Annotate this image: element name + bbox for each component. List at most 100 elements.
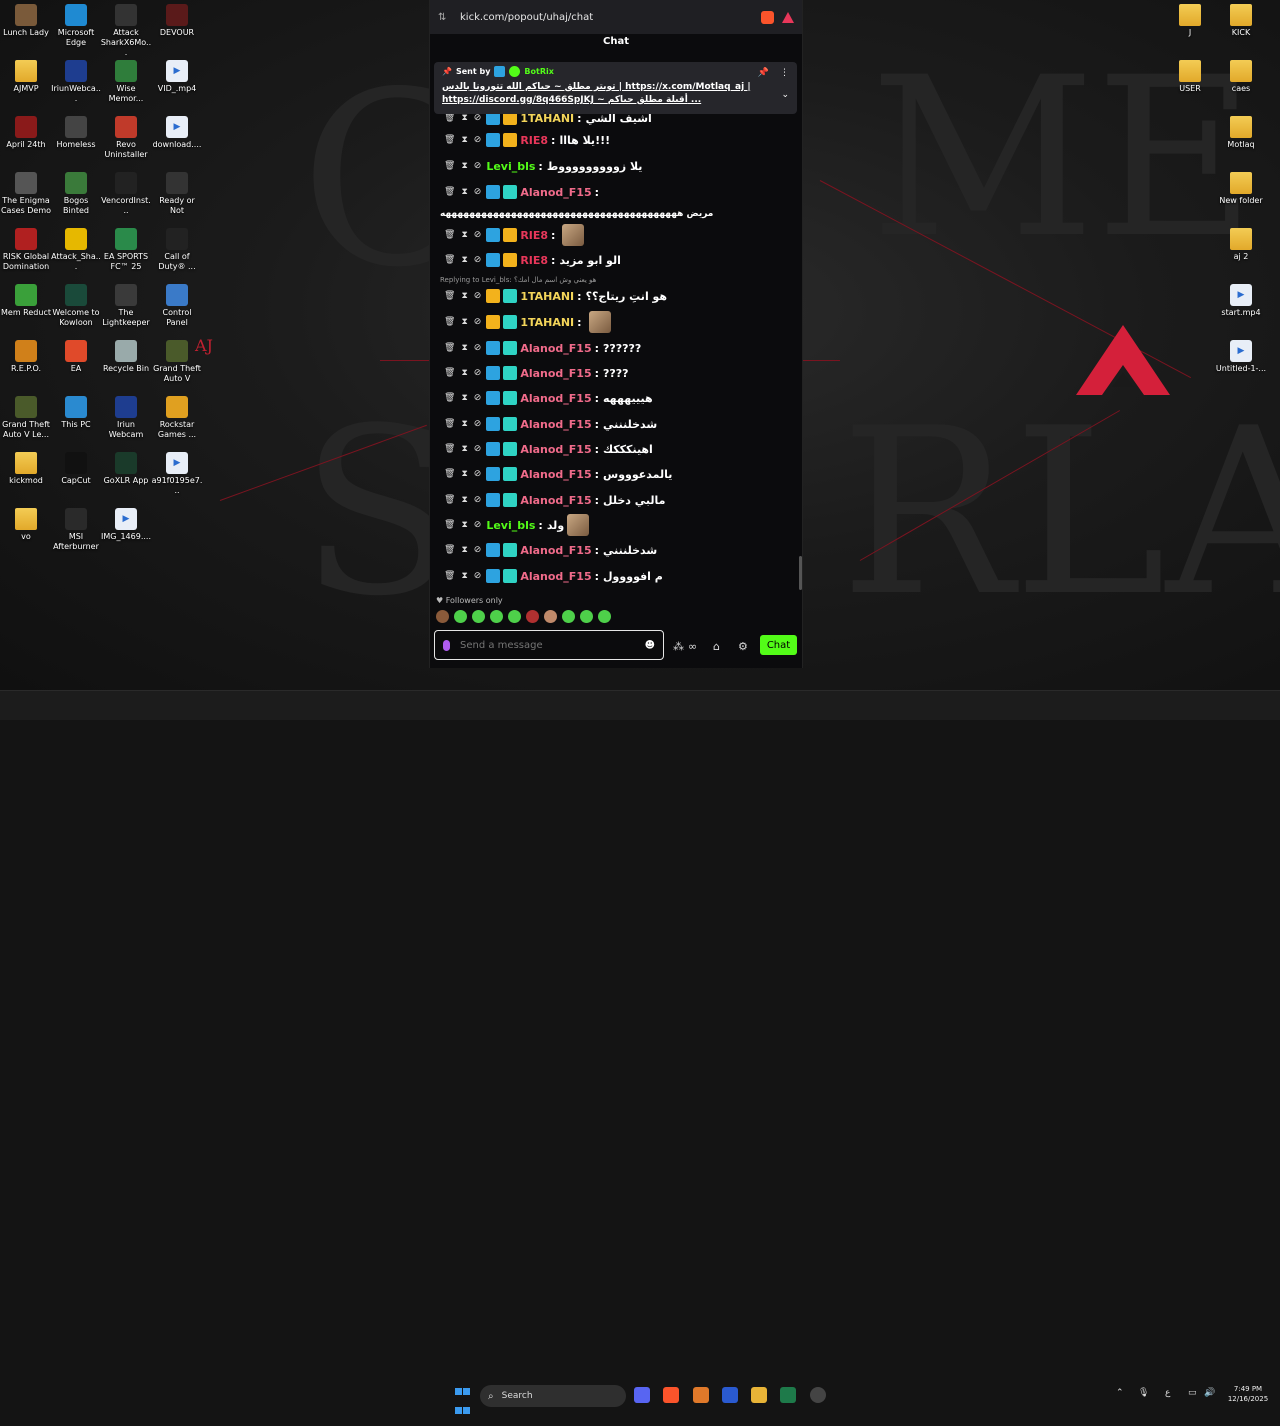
mod-tools[interactable]: 🗑 ⧗ ⊘ [444, 469, 481, 479]
site-settings-icon[interactable]: ⇅ [438, 12, 450, 23]
pinned-message[interactable]: 📌 Sent by BotRix تويتر مطلق ~ حياكم الله… [434, 62, 797, 114]
network-icon[interactable]: ▭ [1188, 1388, 1197, 1398]
ban-icon[interactable]: ⊘ [474, 495, 482, 505]
desktop-icon[interactable]: aj 2 [1215, 228, 1267, 262]
mod-tools[interactable]: 🗑 ⧗ ⊘ [444, 343, 481, 353]
chat-message[interactable]: 🗑 ⧗ ⊘ RIE8: الو ابو مزيد [434, 250, 797, 270]
timeout-icon[interactable]: ⧗ [461, 255, 467, 265]
desktop-icon[interactable]: kickmod [0, 452, 52, 486]
username[interactable]: Alanod_F15 [520, 186, 591, 199]
emote-icon[interactable] [436, 610, 449, 623]
desktop-icon[interactable]: KICK [1215, 4, 1267, 38]
ban-icon[interactable]: ⊘ [474, 520, 482, 530]
delete-icon[interactable]: 🗑 [444, 520, 455, 530]
expand-chevron-icon[interactable]: ⌄ [781, 90, 789, 100]
mod-tools[interactable]: 🗑 ⧗ ⊘ [444, 317, 481, 327]
store-icon[interactable]: ⌂ [713, 640, 720, 653]
emote-icon[interactable] [526, 610, 539, 623]
delete-icon[interactable]: 🗑 [444, 368, 455, 378]
timeout-icon[interactable]: ⧗ [461, 291, 467, 301]
timeout-icon[interactable]: ⧗ [461, 187, 467, 197]
settings-gear-icon[interactable]: ⚙ [738, 640, 748, 653]
desktop-icon[interactable]: Revo Uninstaller [100, 116, 152, 160]
tray-chevron-icon[interactable]: ⌃ [1116, 1388, 1124, 1398]
timeout-icon[interactable]: ⧗ [461, 419, 467, 429]
delete-icon[interactable]: 🗑 [444, 495, 455, 505]
chat-message[interactable]: 🗑 ⧗ ⊘ 1TAHANI: [434, 311, 797, 333]
pinned-sender[interactable]: BotRix [524, 67, 553, 76]
username[interactable]: Alanod_F15 [520, 392, 591, 405]
chat-scrollbar[interactable] [799, 556, 802, 590]
desktop-icon[interactable]: Lunch Lady [0, 4, 52, 38]
chat-message[interactable]: 🗑 ⧗ ⊘ Levi_bls: ولد [434, 514, 797, 536]
username[interactable]: Alanod_F15 [520, 494, 591, 507]
desktop-icon[interactable]: The Enigma Cases Demo [0, 172, 52, 216]
username[interactable]: RIE8 [520, 254, 548, 267]
desktop-icon[interactable]: ▶ IMG_1469.... [100, 508, 152, 542]
emote-icon[interactable] [580, 610, 593, 623]
chat-message[interactable]: 🗑 ⧗ ⊘ Alanod_F15: يالمدعوووس [434, 464, 797, 484]
brave-rewards-icon[interactable] [782, 11, 794, 23]
desktop-icon[interactable]: ▶ VID_.mp4 [151, 60, 203, 94]
mod-tools[interactable]: 🗑 ⧗ ⊘ [444, 393, 481, 403]
username[interactable]: Alanod_F15 [520, 570, 591, 583]
chat-message[interactable]: 🗑 ⧗ ⊘ RIE8: يلا هااا!!! [434, 130, 797, 150]
microphone-icon[interactable] [443, 639, 450, 651]
delete-icon[interactable]: 🗑 [444, 444, 455, 454]
timeout-icon[interactable]: ⧗ [461, 393, 467, 403]
emote-icon[interactable] [562, 610, 575, 623]
ban-icon[interactable]: ⊘ [474, 469, 482, 479]
desktop-icon[interactable]: EA SPORTS FC™ 25 [100, 228, 152, 272]
mod-tools[interactable]: 🗑 ⧗ ⊘ [444, 187, 481, 197]
ban-icon[interactable]: ⊘ [474, 317, 482, 327]
desktop-icon[interactable]: RISK Global Domination [0, 228, 52, 272]
desktop-icon[interactable]: Rockstar Games ... [151, 396, 203, 440]
desktop-icon[interactable]: ▶ start.mp4 [1215, 284, 1267, 318]
delete-icon[interactable]: 🗑 [444, 469, 455, 479]
more-options-icon[interactable]: ⋮ [780, 68, 789, 78]
username[interactable]: Levi_bls [486, 160, 535, 173]
desktop-icon[interactable]: Attack SharkX6Mo... [100, 4, 152, 58]
mod-tools[interactable]: 🗑 ⧗ ⊘ [444, 495, 481, 505]
ban-icon[interactable]: ⊘ [474, 230, 482, 240]
desktop-icon[interactable]: Ready or Not [151, 172, 203, 216]
desktop-icon[interactable]: R.E.P.O. [0, 340, 52, 374]
timeout-icon[interactable]: ⧗ [461, 520, 467, 530]
desktop-icon[interactable]: GoXLR App [100, 452, 152, 486]
ban-icon[interactable]: ⊘ [474, 161, 482, 171]
mod-tools[interactable]: 🗑 ⧗ ⊘ [444, 230, 481, 240]
desktop-icon[interactable]: Iriun Webcam [100, 396, 152, 440]
desktop-icon[interactable]: ▶ a91f0195e7... [151, 452, 203, 496]
send-chat-button[interactable]: Chat [760, 635, 797, 655]
discord-icon[interactable] [634, 1387, 650, 1403]
desktop-icon[interactable]: New folder [1215, 172, 1267, 206]
desktop-icon[interactable]: USER [1164, 60, 1216, 94]
chat-message[interactable]: 🗑 ⧗ ⊘ Alanod_F15:?????? [434, 338, 797, 358]
timeout-icon[interactable]: ⧗ [461, 317, 467, 327]
mod-tools[interactable]: 🗑 ⧗ ⊘ [444, 368, 481, 378]
desktop-icon[interactable]: CapCut [50, 452, 102, 486]
desktop-icon[interactable]: Grand Theft Auto V Le... [0, 396, 52, 440]
emote-icon[interactable] [508, 610, 521, 623]
desktop-icon[interactable]: The Lightkeeper [100, 284, 152, 328]
timeout-icon[interactable]: ⧗ [461, 444, 467, 454]
goxlr-icon[interactable] [780, 1387, 796, 1403]
emote-icon[interactable] [544, 610, 557, 623]
username[interactable]: Alanod_F15 [520, 544, 591, 557]
delete-icon[interactable]: 🗑 [444, 255, 455, 265]
desktop-icon[interactable]: vo [0, 508, 52, 542]
chat-message[interactable]: 🗑 ⧗ ⊘ Alanod_F15: م افوووول [434, 566, 797, 586]
timeout-icon[interactable]: ⧗ [461, 571, 467, 581]
username[interactable]: Alanod_F15 [520, 443, 591, 456]
emote-icon[interactable] [490, 610, 503, 623]
username[interactable]: RIE8 [520, 134, 548, 147]
mod-tools[interactable]: 🗑 ⧗ ⊘ [444, 291, 481, 301]
windows-start-icon[interactable] [455, 1388, 471, 1414]
volume-icon[interactable]: 🔊 [1204, 1388, 1215, 1398]
ban-icon[interactable]: ⊘ [474, 255, 482, 265]
url-text[interactable]: kick.com/popout/uhaj/chat [460, 12, 751, 23]
ban-icon[interactable]: ⊘ [474, 113, 482, 123]
delete-icon[interactable]: 🗑 [444, 113, 455, 123]
language-indicator[interactable]: ع [1165, 1388, 1170, 1398]
mod-tools[interactable]: 🗑 ⧗ ⊘ [444, 255, 481, 265]
